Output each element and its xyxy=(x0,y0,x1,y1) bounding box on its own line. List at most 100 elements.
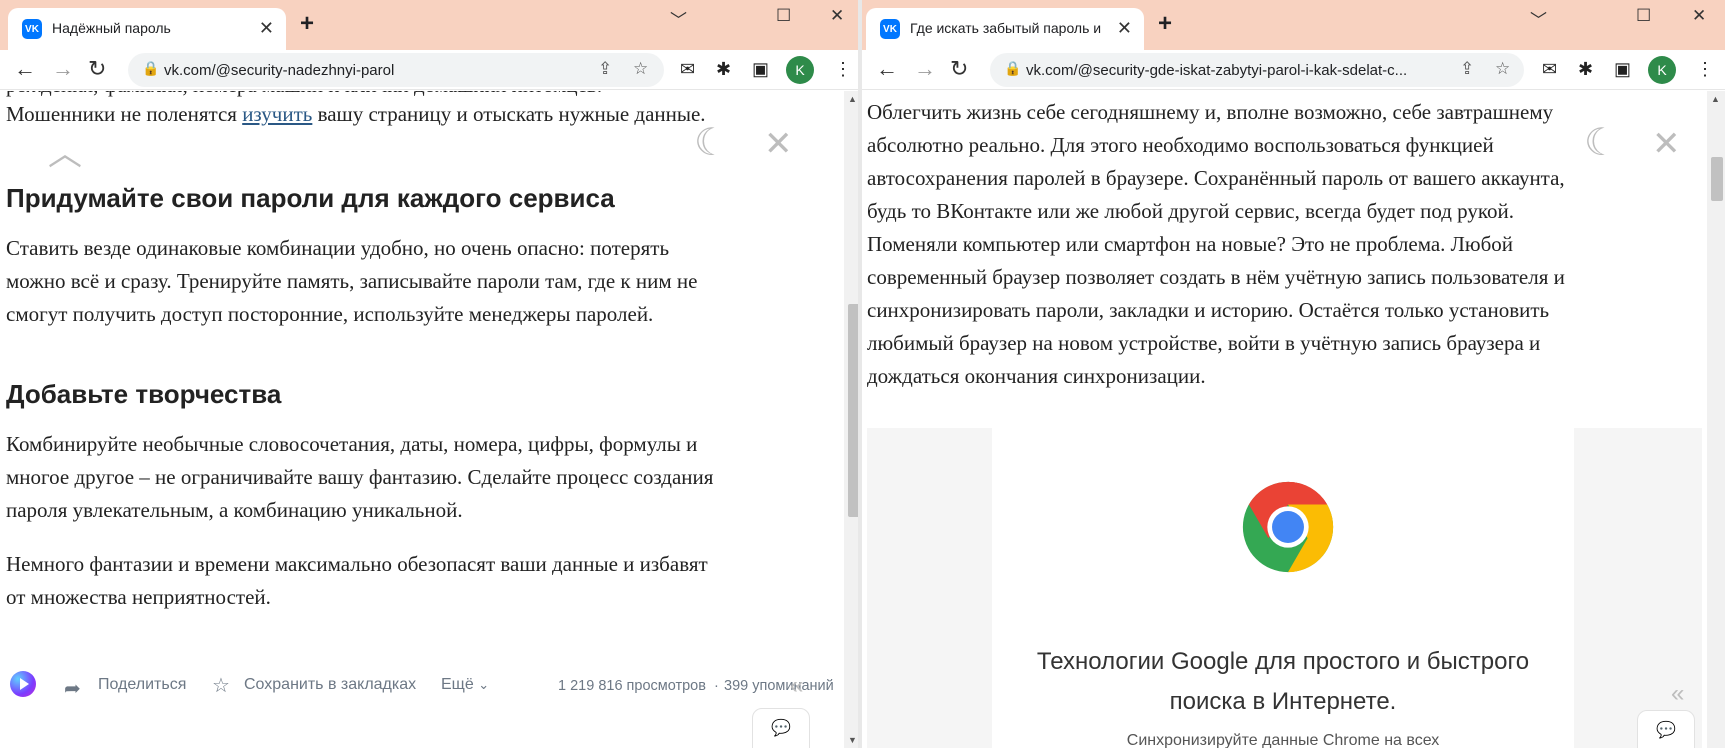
text-segment: Мошенники не поленятся xyxy=(6,102,243,126)
browser-toolbar: ← → ↻ 🔒 vk.com/@security-gde-iskat-zabyt… xyxy=(862,50,1725,90)
title-bar: VK Где искать забытый пароль и ка ✕ + ﹀ … xyxy=(862,0,1725,50)
scroll-up-arrow[interactable]: ▲ xyxy=(1711,94,1720,104)
address-bar[interactable]: 🔒 vk.com/@security-nadezhnyi-parol ⇪ ☆ xyxy=(128,53,664,87)
mail-extension-icon[interactable]: ✉ xyxy=(680,59,695,80)
back-icon[interactable]: ← xyxy=(14,56,36,82)
mentions-count: 399 упоминаний xyxy=(724,678,834,694)
lock-icon[interactable]: 🔒 xyxy=(142,60,159,77)
chevron-up-icon[interactable]: ︿ xyxy=(48,126,82,175)
article-action-bar: ➦ Поделиться ☆ Сохранить в закладках Ещё… xyxy=(0,663,844,709)
share-icon[interactable]: ⇪ xyxy=(598,59,612,79)
new-tab-button[interactable]: + xyxy=(300,10,314,38)
article-line: Мошенники не поленятся изучить вашу стра… xyxy=(6,98,706,131)
scroll-up-arrow[interactable]: ▲ xyxy=(848,94,857,104)
reload-icon[interactable]: ↻ xyxy=(88,56,106,82)
section-heading: Добавьте творчества xyxy=(6,379,282,409)
minimize-icon[interactable]: ﹀ xyxy=(1530,6,1547,31)
browser-menu-icon[interactable]: ⋮ xyxy=(1696,59,1714,80)
forward-icon[interactable]: → xyxy=(914,56,936,82)
stats-separator: · xyxy=(714,678,719,694)
window-close-icon[interactable]: ✕ xyxy=(830,6,844,26)
url-text[interactable]: vk.com/@security-nadezhnyi-parol xyxy=(164,62,394,79)
lock-icon[interactable]: 🔒 xyxy=(1004,60,1021,77)
scroll-down-arrow[interactable]: ▼ xyxy=(848,735,857,745)
chat-icon: 💬 xyxy=(771,720,791,737)
side-panel-icon[interactable]: ▣ xyxy=(752,59,769,80)
paragraph-line: Поменяли компьютер или смартфон на новые… xyxy=(867,232,1514,256)
promo-title-line: Технологии Google для простого и быстрог… xyxy=(1036,648,1530,675)
vk-favicon-icon: VK xyxy=(22,19,42,39)
title-bar: VK Надёжный пароль ✕ + ﹀ ☐ ✕ xyxy=(0,0,862,50)
tab-title: Надёжный пароль xyxy=(52,20,171,36)
tab-title: Где искать забытый пароль и ка xyxy=(910,20,1102,36)
paragraph-line: Облегчить жизнь себе сегодняшнему и, впо… xyxy=(867,100,1554,124)
back-icon[interactable]: ← xyxy=(876,56,898,82)
more-button[interactable]: Ещё ⌄ xyxy=(441,676,489,694)
scrollbar-thumb[interactable] xyxy=(1711,157,1723,201)
maximize-icon[interactable]: ☐ xyxy=(776,6,791,26)
paragraph-line: современный браузер позволяет создать в … xyxy=(867,265,1565,289)
share-button[interactable]: Поделиться xyxy=(98,676,186,694)
paragraph-line: смогут получить доступ посторонние, испо… xyxy=(6,302,654,326)
left-browser-window: VK Надёжный пароль ✕ + ﹀ ☐ ✕ ← → ↻ 🔒 vk.… xyxy=(0,0,862,748)
text-segment: вашу страницу и отыскать нужные данные. xyxy=(312,102,706,126)
paragraph-line: будь то ВКонтакте или же любой другой се… xyxy=(867,199,1514,223)
close-overlay-icon[interactable]: ✕ xyxy=(764,124,793,164)
bookmark-star-icon[interactable]: ☆ xyxy=(633,59,648,79)
forward-icon[interactable]: → xyxy=(52,56,74,82)
extensions-puzzle-icon[interactable]: ✱ xyxy=(716,59,731,80)
active-tab[interactable]: VK Где искать забытый пароль и ка ✕ xyxy=(866,8,1144,50)
new-tab-button[interactable]: + xyxy=(1158,10,1172,38)
extensions-puzzle-icon[interactable]: ✱ xyxy=(1578,59,1593,80)
moon-icon[interactable]: ☾ xyxy=(694,120,728,165)
reload-icon[interactable]: ↻ xyxy=(950,56,968,82)
window-close-icon[interactable]: ✕ xyxy=(1692,6,1706,26)
maximize-icon[interactable]: ☐ xyxy=(1636,6,1651,26)
share-icon[interactable]: ⇪ xyxy=(1460,59,1474,79)
paragraph-line: пароля увлекательным, а комбинацию уника… xyxy=(6,498,463,522)
minimize-icon[interactable]: ﹀ xyxy=(670,6,687,31)
section-heading: Придумайте свои пароли для каждого серви… xyxy=(6,183,615,213)
promo-title-line: поиска в Интернете. xyxy=(1169,688,1397,715)
chat-icon: 💬 xyxy=(1656,722,1676,739)
bookmark-star-icon[interactable]: ☆ xyxy=(212,673,230,698)
paragraph: Комбинируйте необычные словосочетания, д… xyxy=(6,428,713,527)
paragraph-line: Немного фантазии и времени максимально о… xyxy=(6,552,708,576)
collapse-icon[interactable]: « xyxy=(1671,680,1684,708)
chat-button[interactable]: 💬 xyxy=(1637,710,1695,748)
paragraph: Облегчить жизнь себе сегодняшнему и, впо… xyxy=(867,96,1565,393)
url-text[interactable]: vk.com/@security-gde-iskat-zabytyi-parol… xyxy=(1026,62,1444,79)
marusia-voice-icon[interactable] xyxy=(10,671,36,697)
chrome-promo-image: Технологии Google для простого и быстрог… xyxy=(867,428,1702,748)
collapse-icon[interactable]: « xyxy=(790,672,803,700)
moon-icon[interactable]: ☾ xyxy=(1584,120,1618,165)
side-panel-icon[interactable]: ▣ xyxy=(1614,59,1631,80)
profile-avatar[interactable]: K xyxy=(786,56,814,84)
paragraph-line: автосохранения паролей в браузере. Сохра… xyxy=(867,166,1565,190)
more-label: Ещё xyxy=(441,676,474,693)
paragraph-line: синхронизировать пароли, закладки и исто… xyxy=(867,298,1550,322)
save-bookmark-button[interactable]: Сохранить в закладках xyxy=(244,676,416,694)
article-content: рождения, фамилия, номера машин и клички… xyxy=(0,91,844,748)
tab-close-icon[interactable]: ✕ xyxy=(259,18,274,39)
browser-menu-icon[interactable]: ⋮ xyxy=(834,59,852,80)
tab-close-icon[interactable]: ✕ xyxy=(1117,18,1132,39)
promo-card: Технологии Google для простого и быстрог… xyxy=(992,428,1574,748)
mail-extension-icon[interactable]: ✉ xyxy=(1542,59,1557,80)
paragraph-line: от множества неприятностей. xyxy=(6,585,271,609)
share-arrow-icon[interactable]: ➦ xyxy=(64,676,81,701)
close-overlay-icon[interactable]: ✕ xyxy=(1652,124,1681,164)
paragraph-line: абсолютно реально. Для этого необходимо … xyxy=(867,133,1494,157)
vertical-scrollbar[interactable]: ▲ xyxy=(1707,91,1725,748)
paragraph: Ставить везде одинаковые комбинации удоб… xyxy=(6,232,697,331)
views-count: 1 219 816 просмотров xyxy=(558,678,706,694)
chat-button[interactable]: 💬 xyxy=(752,708,810,748)
profile-avatar[interactable]: K xyxy=(1648,56,1676,84)
chrome-logo-icon xyxy=(1242,481,1334,573)
paragraph: Немного фантазии и времени максимально о… xyxy=(6,548,708,614)
address-bar[interactable]: 🔒 vk.com/@security-gde-iskat-zabytyi-par… xyxy=(990,53,1524,87)
bookmark-star-icon[interactable]: ☆ xyxy=(1495,59,1510,79)
study-link[interactable]: изучить xyxy=(242,102,312,126)
active-tab[interactable]: VK Надёжный пароль ✕ xyxy=(8,8,286,50)
paragraph-line: многое другое – не ограничивайте вашу фа… xyxy=(6,465,714,489)
